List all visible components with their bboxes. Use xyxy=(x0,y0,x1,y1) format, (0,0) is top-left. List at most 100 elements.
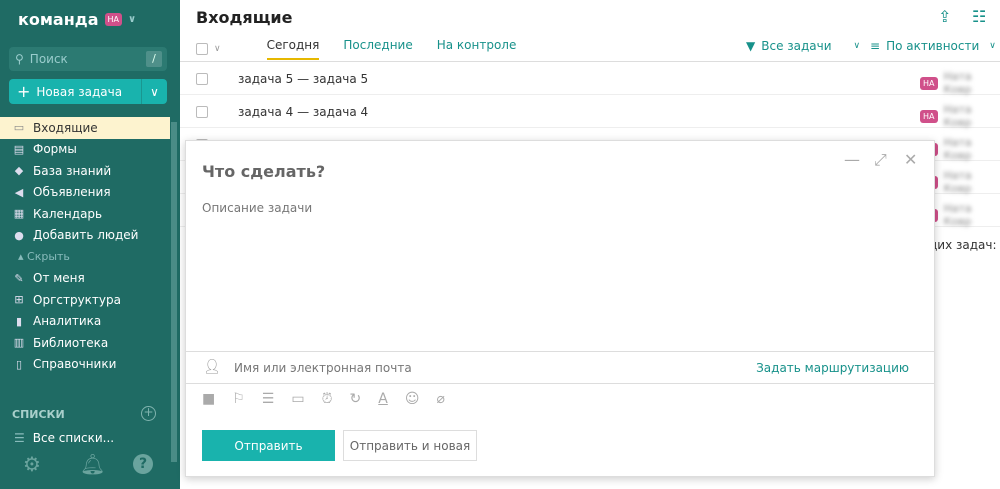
sidebar-item[interactable]: ▥ Библиотека xyxy=(0,332,170,354)
graduation-cap-icon: ◆ xyxy=(14,164,24,178)
all-lists-label: Все списки... xyxy=(32,431,115,445)
new-task-button[interactable]: + Новая задача ∨ xyxy=(9,79,167,104)
task-row[interactable]: задача 4 — задача 4 НА Ната Ковр xyxy=(180,95,1000,129)
task-title: задача 5 — задача 5 xyxy=(238,72,369,86)
emoji-icon[interactable]: ☺ xyxy=(405,391,420,407)
sidebar-item[interactable]: ▦ Календарь xyxy=(0,203,170,225)
sidebar-item-label: От меня xyxy=(33,271,85,286)
user-icon: 👤︎ xyxy=(203,359,221,375)
sidebar-item-label: Добавить людей xyxy=(33,228,139,243)
sidebar-item-label: База знаний xyxy=(33,163,112,178)
close-icon[interactable]: ✕ xyxy=(904,150,917,169)
text-format-icon[interactable]: A xyxy=(378,391,388,407)
workspace-switcher[interactable]: команда НА ∨ xyxy=(18,10,136,29)
minimize-icon[interactable]: — xyxy=(844,150,860,169)
chevron-down-icon[interactable]: ∨ xyxy=(214,44,221,54)
calendar-icon: ▦ xyxy=(13,207,25,221)
calendar-icon[interactable]: ▭ xyxy=(291,391,304,407)
sidebar-item[interactable]: ◀ Объявления xyxy=(0,182,170,204)
assignee-input[interactable]: Имя или электронная почта xyxy=(234,361,412,375)
avatar: НА xyxy=(920,109,938,123)
sidebar: команда НА ∨ ⚲ Поиск / + Новая задача ∨ ▭ Входя… xyxy=(0,0,180,489)
inbox-icon: ▭ xyxy=(13,121,25,135)
clipboard-icon: ▤ xyxy=(13,142,25,156)
sidebar-item-label: Оргструктура xyxy=(33,292,121,307)
assignee-name: Ната Ковр xyxy=(943,70,972,96)
gear-icon[interactable]: ⚙ xyxy=(23,452,41,476)
org-chart-icon: ⊞ xyxy=(14,293,24,307)
sort-icon: ≡ xyxy=(870,39,881,53)
send-button[interactable]: Отправить xyxy=(202,430,335,461)
video-icon[interactable]: ■ xyxy=(202,391,215,407)
send-and-new-button[interactable]: Отправить и новая xyxy=(343,430,477,461)
list-icon: ☰ xyxy=(14,431,25,445)
sidebar-item[interactable]: ▯ Справочники xyxy=(0,354,170,376)
select-all-checkbox[interactable] xyxy=(196,43,208,55)
filter-dropdown[interactable]: ▼ Все задачи ∨ xyxy=(746,39,860,53)
tab-watching[interactable]: На контроле xyxy=(437,38,517,60)
lists-header: СПИСКИ xyxy=(12,408,65,421)
search-input[interactable]: ⚲ Поиск / xyxy=(9,47,167,71)
chevron-down-icon: ∨ xyxy=(989,41,996,51)
megaphone-icon: ◀ xyxy=(14,185,24,199)
help-icon[interactable]: ? xyxy=(133,454,153,474)
routing-link[interactable]: Задать маршрутизацию xyxy=(756,361,909,375)
task-title-input[interactable]: Что сделать? xyxy=(202,162,325,181)
page-title: Входящие xyxy=(196,8,293,27)
task-count: щих задач: 5 xyxy=(926,238,997,266)
sidebar-item-label: Справочники xyxy=(33,357,117,372)
new-task-dialog: Что сделать? — ⤢ ✕ Описание задачи 👤︎ Им… xyxy=(185,140,935,477)
task-title: задача 4 — задача 4 xyxy=(238,105,369,119)
sidebar-item[interactable]: ▭ Входящие xyxy=(0,117,170,139)
sidebar-item[interactable]: ◆ База знаний xyxy=(0,160,170,182)
hide-toggle[interactable]: ▴ Скрыть xyxy=(0,246,170,268)
sidebar-item-label: Входящие xyxy=(33,120,98,135)
sidebar-nav: ▭ Входящие ▤ Формы ◆ База знаний ◀ Объявления ▦ К… xyxy=(0,117,170,375)
all-lists-link[interactable]: ☰ Все списки... xyxy=(14,431,114,445)
task-row[interactable]: задача 5 — задача 5 НА Ната Ковр xyxy=(180,62,1000,96)
avatar: НА xyxy=(920,76,938,90)
add-list-icon[interactable]: + xyxy=(141,406,156,421)
sidebar-item[interactable]: ● Добавить людей xyxy=(0,225,170,247)
workspace-name: команда xyxy=(18,10,99,29)
attachment-icon[interactable]: ⌀ xyxy=(436,391,444,407)
sidebar-item[interactable]: ✎ От меня xyxy=(0,268,170,290)
bar-chart-icon: ▮ xyxy=(15,314,23,328)
row-checkbox[interactable] xyxy=(196,73,208,85)
sidebar-item-label: Формы xyxy=(33,142,77,157)
repeat-icon[interactable]: ↻ xyxy=(350,391,362,407)
share-icon[interactable]: ⇪ xyxy=(938,7,951,26)
checklist-icon[interactable]: ☰ xyxy=(262,391,275,407)
filter-label: Все задачи xyxy=(761,39,832,53)
search-placeholder: Поиск xyxy=(29,52,68,66)
row-checkbox[interactable] xyxy=(196,106,208,118)
chevron-down-icon: ∨ xyxy=(853,41,861,51)
search-icon: ⚲ xyxy=(15,52,24,66)
sidebar-item-label: Календарь xyxy=(33,206,103,221)
tab-today[interactable]: Сегодня xyxy=(266,38,320,60)
new-task-dropdown[interactable]: ∨ xyxy=(141,79,167,104)
book-icon: ▯ xyxy=(15,357,23,371)
assignee-name: Ната Ковр xyxy=(943,103,972,129)
sidebar-item[interactable]: ⊞ Оргструктура xyxy=(0,289,170,311)
sidebar-item-label: Библиотека xyxy=(33,335,109,350)
flag-icon[interactable]: ⚐ xyxy=(232,391,245,407)
assignee-name: Ната Ковр xyxy=(943,169,972,195)
assignee-name: Ната Ковр xyxy=(943,202,972,228)
add-user-icon: ● xyxy=(14,228,24,242)
description-input[interactable]: Описание задачи xyxy=(202,201,312,215)
sidebar-item[interactable]: ▮ Аналитика xyxy=(0,311,170,333)
sidebar-item[interactable]: ▤ Формы xyxy=(0,139,170,161)
sort-dropdown[interactable]: ≡ По активности ∨ xyxy=(870,39,996,53)
assignee-name: Ната Ковр xyxy=(943,136,972,162)
sidebar-scrollbar[interactable] xyxy=(171,122,177,462)
new-task-label: Новая задача xyxy=(36,84,123,99)
alarm-icon[interactable]: ⏰︎ xyxy=(322,391,333,407)
expand-icon[interactable]: ⤢ xyxy=(874,150,887,170)
search-shortcut: / xyxy=(146,51,162,67)
sort-label: По активности xyxy=(886,39,980,53)
bell-icon[interactable]: 🔔︎ xyxy=(80,452,105,476)
tab-recent[interactable]: Последние xyxy=(343,38,412,60)
library-icon: ▥ xyxy=(13,336,25,350)
settings-sliders-icon[interactable]: ☷ xyxy=(972,7,986,26)
